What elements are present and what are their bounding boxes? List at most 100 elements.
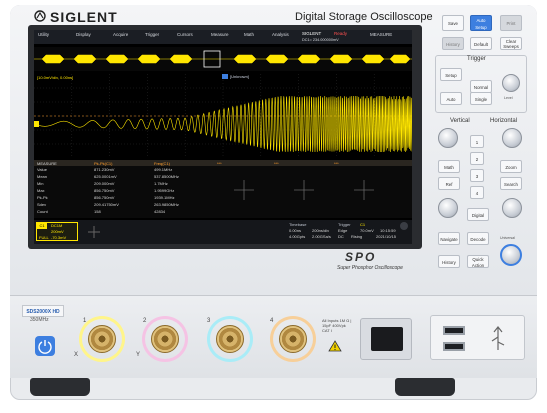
instrument-title: Digital Storage Oscilloscope bbox=[295, 11, 433, 23]
measure-cell: 625.0001mV bbox=[94, 174, 117, 179]
menu-cursors[interactable]: Cursors bbox=[177, 32, 193, 37]
waveform-area[interactable]: [10.0mV/div, 0.00ns] [Unknown] bbox=[34, 74, 412, 158]
channel-3-bnc-connector[interactable] bbox=[216, 325, 244, 353]
menu-measure-right[interactable]: MEASURE bbox=[370, 32, 392, 37]
timebase-label: Timebase bbox=[289, 222, 307, 227]
history-button[interactable]: History bbox=[442, 37, 464, 50]
measure-cell: 263.9850MHz bbox=[154, 202, 179, 207]
menu-measure[interactable]: Measure bbox=[211, 32, 229, 37]
probe-interface-panel bbox=[360, 318, 412, 360]
print-button[interactable]: Print bbox=[500, 15, 522, 31]
auto-setup-button[interactable]: Auto Setup bbox=[470, 15, 492, 31]
vertical-position-knob[interactable] bbox=[438, 198, 458, 218]
measure-cell: 1.7MHz bbox=[154, 181, 168, 186]
measure-row-label: Count bbox=[37, 209, 48, 214]
spo-logo: SPO bbox=[345, 250, 377, 264]
probe-interface-port[interactable] bbox=[371, 327, 403, 351]
power-button[interactable] bbox=[35, 336, 55, 356]
measure-row-label: Max bbox=[37, 188, 45, 193]
clear-sweeps-button[interactable]: Clear Sweeps bbox=[500, 37, 522, 50]
measure-cell: 42834 bbox=[154, 209, 166, 214]
math-button[interactable]: Math bbox=[438, 160, 460, 173]
channel-3-label: 3 bbox=[207, 318, 211, 324]
channel-3-button[interactable]: 3 bbox=[470, 169, 484, 182]
search-button[interactable]: Search bbox=[500, 177, 522, 190]
horizontal-scale-knob[interactable] bbox=[502, 128, 522, 148]
vertical-section-label: Vertical bbox=[450, 118, 470, 124]
usb-panel bbox=[430, 315, 525, 360]
siglent-logo-icon bbox=[34, 9, 46, 22]
measure-cell: 856.750mV bbox=[94, 188, 115, 193]
measure-cell: 871.230mV bbox=[94, 167, 115, 172]
clock-time: 10:15:59 bbox=[380, 228, 396, 233]
menu-bar: Utility Display Acquire Trigger Cursors … bbox=[34, 30, 412, 44]
trigger-position-marker[interactable] bbox=[222, 74, 228, 79]
decode-button[interactable]: Decode bbox=[467, 232, 489, 245]
usb-icon bbox=[491, 326, 505, 350]
display-screen[interactable]: Utility Display Acquire Trigger Cursors … bbox=[34, 30, 412, 244]
digital-button[interactable]: Digital bbox=[467, 208, 489, 221]
trigger-level: 70.0mV bbox=[360, 228, 374, 233]
channel-4-button[interactable]: 4 bbox=[470, 186, 484, 199]
quick-action-button[interactable]: Quick Action bbox=[467, 255, 489, 268]
measure-cell: 158 bbox=[94, 209, 101, 214]
vertical-scale-knob[interactable] bbox=[438, 128, 458, 148]
menu-display[interactable]: Display bbox=[76, 32, 91, 37]
channel1-bw: FULL bbox=[39, 235, 49, 240]
trigger-single-button[interactable]: Single bbox=[470, 92, 492, 105]
measure-header-pkpk: Pk-Pk(C1) bbox=[94, 161, 113, 166]
bandwidth-badge: 350MHz bbox=[30, 317, 49, 323]
trigger-level-knob[interactable] bbox=[502, 74, 520, 92]
menu-trigger[interactable]: Trigger bbox=[145, 32, 159, 37]
trigger-setup-button[interactable]: Setup bbox=[440, 68, 462, 81]
ref-button[interactable]: Ref bbox=[438, 177, 460, 190]
trigger-coupling: DC bbox=[338, 234, 344, 239]
default-button[interactable]: Default bbox=[470, 37, 492, 50]
measure-cell: 499.1MHz bbox=[154, 167, 173, 172]
usb-port-1[interactable] bbox=[443, 326, 465, 335]
spo-caption: Super Phosphor Oscilloscope bbox=[337, 265, 403, 271]
trigger-slope: Rising bbox=[351, 234, 363, 239]
timebase-delay: 0.00ns bbox=[289, 228, 302, 233]
history-navigation-button[interactable]: History bbox=[438, 255, 460, 268]
brand-logo: SIGLENT bbox=[50, 9, 118, 25]
measure-row-label: Mean bbox=[37, 174, 48, 179]
menu-math[interactable]: Math bbox=[244, 32, 254, 37]
universal-knob[interactable] bbox=[500, 244, 522, 266]
channel-1-bnc-connector[interactable] bbox=[88, 325, 116, 353]
channel-4-bnc-connector[interactable] bbox=[279, 325, 307, 353]
measure-header-empty2: *** bbox=[274, 161, 279, 166]
measure-header-empty3: *** bbox=[334, 161, 339, 166]
trigger-type: Edge bbox=[338, 228, 348, 233]
timebase-points: 2.00GSa/s bbox=[312, 234, 331, 239]
channel-2-bnc-connector[interactable] bbox=[151, 325, 179, 353]
channel1-coupling: DC1M bbox=[51, 223, 63, 228]
channel1-ground-marker bbox=[34, 121, 39, 127]
menu-toggle-icon[interactable] bbox=[400, 222, 408, 230]
menu-analysis[interactable]: Analysis bbox=[272, 32, 289, 37]
channel-1-button[interactable]: 1 bbox=[470, 135, 484, 148]
x-axis-label: X bbox=[74, 352, 79, 358]
measure-header-label: MEASURE bbox=[37, 161, 57, 166]
input-warning-text: All Inputs 1M Ω | 15pF 400Vpk CAT I bbox=[322, 318, 352, 333]
power-icon bbox=[38, 340, 52, 354]
usb-port-2[interactable] bbox=[443, 342, 465, 351]
add-channel-icon[interactable] bbox=[84, 224, 104, 240]
decode-strip bbox=[34, 47, 412, 71]
save-button[interactable]: Save bbox=[442, 15, 464, 31]
measure-cell: 1939.1MHz bbox=[154, 195, 175, 200]
measure-header-row bbox=[34, 160, 412, 166]
navigate-button[interactable]: Navigate bbox=[438, 232, 460, 245]
menu-utility[interactable]: Utility bbox=[38, 32, 49, 37]
channel1-tag: C1 bbox=[37, 223, 47, 229]
foot-left bbox=[30, 378, 90, 396]
trigger-auto-button[interactable]: Auto bbox=[440, 92, 462, 105]
channel-2-label: 2 bbox=[143, 318, 147, 324]
channel1-info-box[interactable]: C1 DC1M 200mV FULL -70.3mV bbox=[36, 222, 78, 241]
horizontal-position-knob[interactable] bbox=[502, 198, 522, 218]
channel-2-button[interactable]: 2 bbox=[470, 152, 484, 165]
status-bar: C1 DC1M 200mV FULL -70.3mV Timebase 0.00… bbox=[34, 220, 412, 244]
measure-cell: 209.000mV bbox=[94, 181, 115, 186]
menu-acquire[interactable]: Acquire bbox=[113, 32, 128, 37]
zoom-button[interactable]: Zoom bbox=[500, 160, 522, 173]
